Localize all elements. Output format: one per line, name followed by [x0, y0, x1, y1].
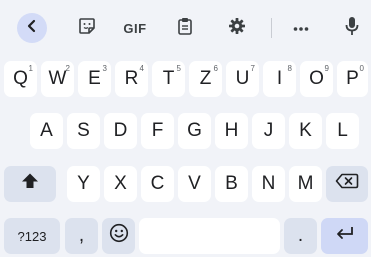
clipboard-icon [177, 17, 193, 40]
more-button[interactable] [288, 13, 314, 43]
key-q[interactable]: Q 1 [4, 61, 37, 97]
key-d[interactable]: D [104, 113, 137, 149]
shift-icon [21, 172, 39, 196]
key-hint: 5 [176, 64, 181, 73]
key-r[interactable]: R 4 [115, 61, 148, 97]
key-hint: 9 [324, 64, 329, 73]
sticker-button[interactable] [74, 13, 100, 43]
microphone-icon [345, 16, 359, 41]
key-c[interactable]: C [141, 166, 174, 202]
key-hint: 1 [28, 64, 33, 73]
chevron-left-icon [25, 19, 39, 38]
more-icon [293, 19, 309, 37]
key-l[interactable]: L [326, 113, 359, 149]
key-m[interactable]: M [289, 166, 322, 202]
key-hint: 4 [139, 64, 144, 73]
clipboard-button[interactable] [172, 13, 198, 43]
key-u[interactable]: U 7 [226, 61, 259, 97]
key-s[interactable]: S [67, 113, 100, 149]
sticker-icon [78, 17, 96, 40]
key-b[interactable]: B [215, 166, 248, 202]
key-y[interactable]: Y [67, 166, 100, 202]
key-h[interactable]: H [215, 113, 248, 149]
enter-icon [335, 225, 355, 247]
backspace-key[interactable] [326, 166, 368, 202]
key-v[interactable]: V [178, 166, 211, 202]
comma-key[interactable]: , [65, 218, 98, 254]
key-hint: 0 [359, 64, 364, 73]
backspace-icon [335, 173, 359, 195]
toolbar-divider [271, 18, 272, 38]
key-t[interactable]: T 5 [152, 61, 185, 97]
key-i[interactable]: I 8 [263, 61, 296, 97]
emoji-key[interactable] [102, 218, 135, 254]
keyboard-toolbar: GIF [0, 0, 371, 56]
key-hint: 6 [213, 64, 218, 73]
voice-input-button[interactable] [339, 13, 365, 43]
key-j[interactable]: J [252, 113, 285, 149]
key-o[interactable]: O 9 [300, 61, 333, 97]
key-hint: 3 [102, 64, 107, 73]
key-z[interactable]: Z 6 [189, 61, 222, 97]
toolbar-back-button[interactable] [17, 13, 47, 43]
settings-button[interactable] [224, 13, 250, 43]
key-x[interactable]: X [104, 166, 137, 202]
key-f[interactable]: F [141, 113, 174, 149]
key-p[interactable]: P 0 [337, 61, 368, 97]
space-bar[interactable] [139, 218, 280, 254]
emoji-icon [109, 223, 129, 249]
keyboard: GIF Q 1 W 2 E 3 R 4 T 5 Z 6 U 7 I 8 O 9 … [0, 0, 371, 257]
gif-icon: GIF [123, 20, 147, 36]
key-g[interactable]: G [178, 113, 211, 149]
period-key[interactable]: . [284, 218, 317, 254]
symbols-key[interactable]: ?123 [4, 218, 60, 254]
key-a[interactable]: A [30, 113, 63, 149]
key-n[interactable]: N [252, 166, 285, 202]
key-hint: 7 [250, 64, 255, 73]
key-k[interactable]: K [289, 113, 322, 149]
enter-key[interactable] [321, 218, 368, 254]
key-e[interactable]: E 3 [78, 61, 111, 97]
key-hint: 2 [65, 64, 70, 73]
gear-icon [228, 17, 246, 40]
gif-button[interactable]: GIF [120, 13, 150, 43]
key-hint: 8 [287, 64, 292, 73]
key-w[interactable]: W 2 [41, 61, 74, 97]
shift-key[interactable] [4, 166, 56, 202]
